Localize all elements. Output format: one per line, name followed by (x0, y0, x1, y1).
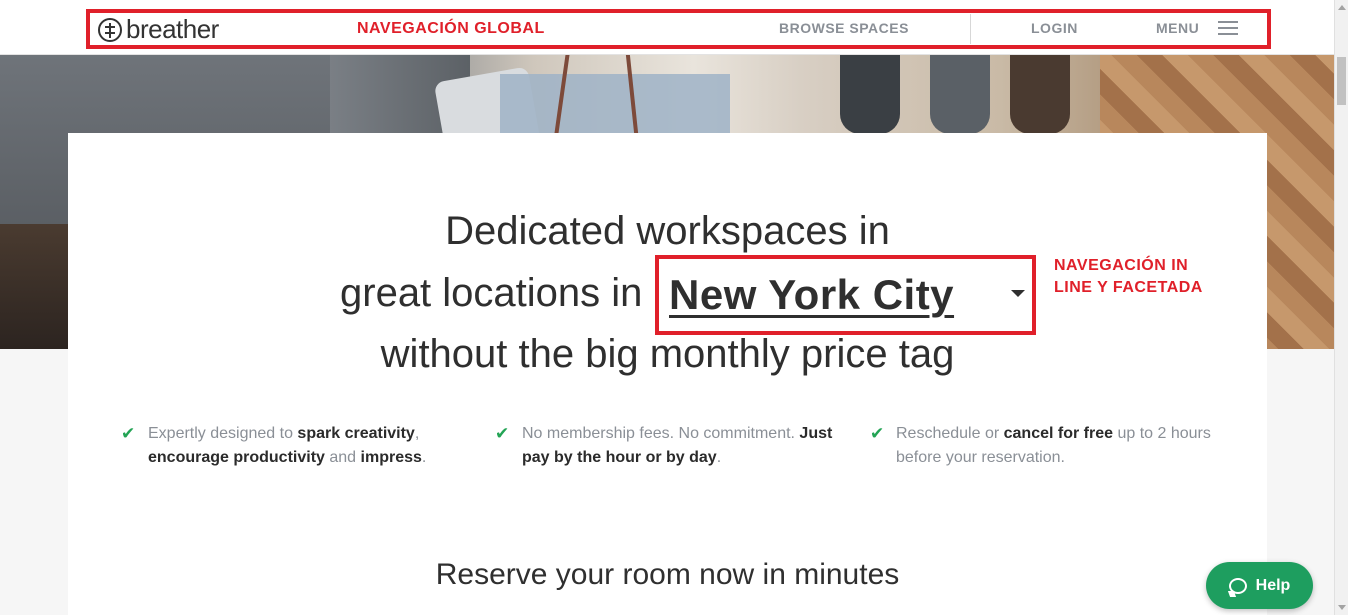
headline-line-1: Dedicated workspaces in (445, 209, 890, 253)
scrollbar-thumb[interactable] (1337, 57, 1346, 105)
checkmark-icon: ✔ (495, 424, 510, 443)
feature-item: Reschedule or cancel for free up to 2 ho… (896, 425, 1211, 466)
inline-nav-annotation-label-2: LINE Y FACETADA (1054, 279, 1203, 296)
main-content-card: Dedicated workspaces in great locations … (68, 133, 1267, 615)
checkmark-icon: ✔ (870, 424, 885, 443)
inline-nav-annotation-label-1: NAVEGACIÓN IN (1054, 257, 1189, 274)
headline-line-3: without the big monthly price tag (380, 332, 955, 376)
vertical-scrollbar[interactable] (1334, 0, 1348, 615)
global-nav-annotation-label: NAVEGACIÓN GLOBAL (357, 20, 545, 37)
inline-nav-annotation-box (655, 255, 1036, 335)
shadow-area (0, 224, 70, 349)
scroll-up-arrow-icon[interactable] (1338, 5, 1346, 10)
chair-shape (840, 54, 900, 134)
chat-bubble-icon (1228, 577, 1247, 594)
chair-shape (930, 54, 990, 134)
headline-line-2-prefix: great locations in (340, 271, 643, 315)
scroll-down-arrow-icon[interactable] (1338, 605, 1346, 610)
global-nav-annotation-box (86, 9, 1271, 49)
feature-item: Expertly designed to spark creativity, e… (148, 425, 427, 466)
help-button[interactable]: Help (1206, 562, 1313, 609)
help-label: Help (1255, 576, 1291, 594)
reserve-heading: Reserve your room now in minutes (435, 558, 900, 591)
checkmark-icon: ✔ (121, 424, 136, 443)
feature-item: No membership fees. No commitment. Just … (522, 425, 833, 466)
chair-shape (1010, 54, 1070, 134)
